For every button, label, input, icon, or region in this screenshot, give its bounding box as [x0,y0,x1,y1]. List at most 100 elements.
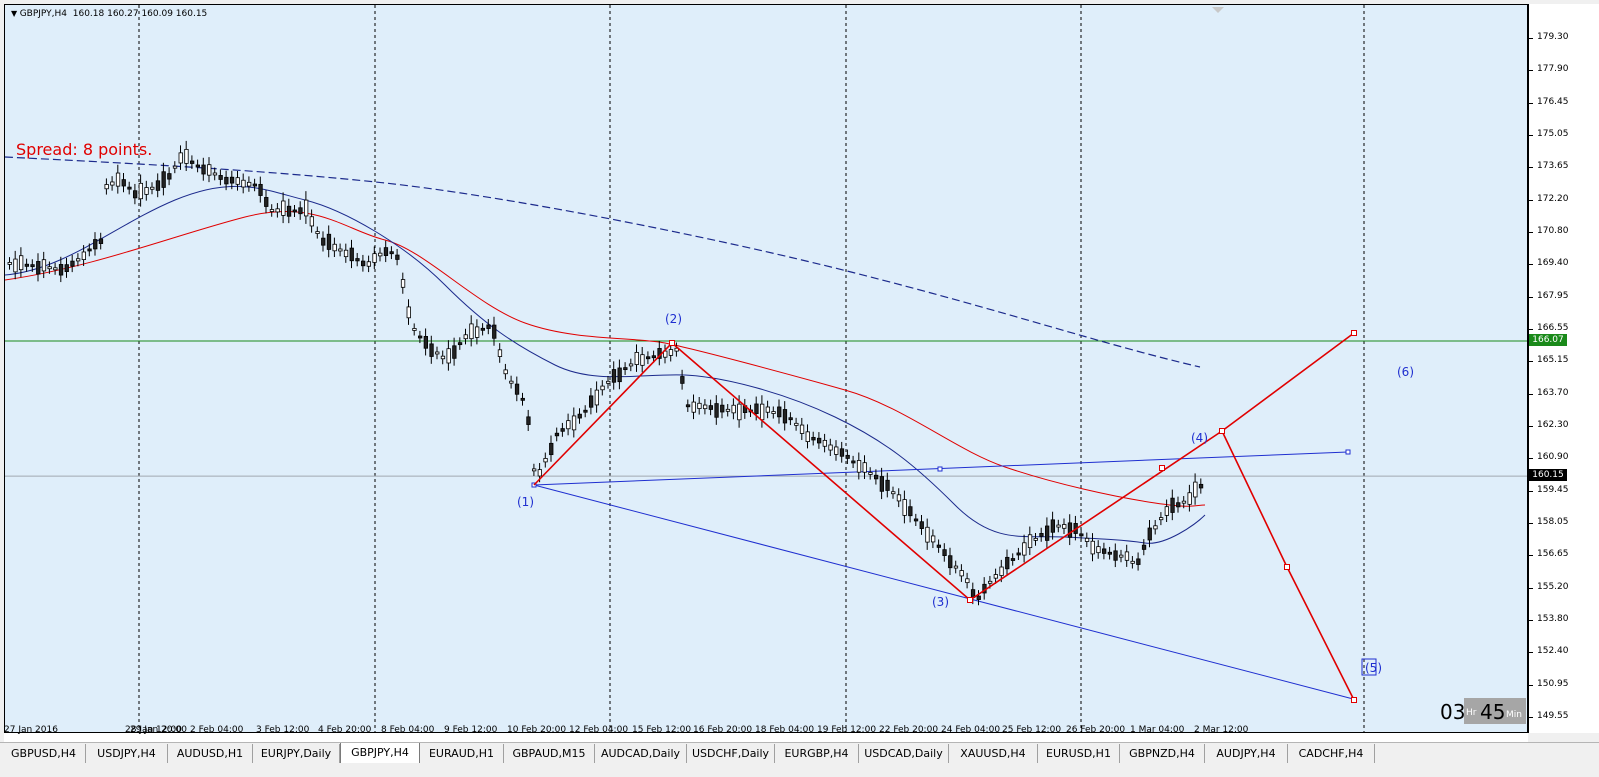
scroll-marker-icon [1212,7,1224,13]
tab-usdjpy-h4[interactable]: USDJPY,H4 [86,744,168,763]
price-tick-label: 165.15 [1528,354,1569,365]
candle-body [201,164,206,175]
time-tick-label: 26 Feb 20:00 [1066,725,1126,735]
timer-minutes: 45 [1480,700,1506,724]
candle-body [731,404,736,414]
candle-body [1067,522,1073,538]
candle-body [87,248,92,252]
candle-body [1193,481,1198,498]
chart-canvas[interactable]: (1) (2) (3) (4) (5) (6) [5,5,1528,733]
tab-audjpy-h4[interactable]: AUDJPY,H4 [1205,744,1288,763]
tab-audcad-daily[interactable]: AUDCAD,Daily [595,744,687,763]
price-tick-label: 169.40 [1528,257,1569,268]
time-tick-label: 19 Feb 12:00 [817,725,877,735]
chart-plot-area[interactable]: (1) (2) (3) (4) (5) (6) ▼ GBPJPY,H4 160.18 16… [4,4,1528,733]
candle-body [640,354,645,366]
candle-body [172,165,178,169]
timer-unit-hours: Hr [1466,708,1477,718]
price-tick-label: 160.90 [1528,451,1569,462]
candle-body [429,343,434,357]
candle-body [1141,544,1147,550]
tab-usdchf-daily[interactable]: USDCHF,Daily [687,744,775,763]
candle-body [104,184,109,190]
long-moving-average-line [5,156,1201,368]
time-tick-label: 9 Feb 12:00 [444,725,498,735]
candle-body [868,472,873,475]
chart-window[interactable]: (1) (2) (3) (4) (5) (6) ▼ GBPJPY,H4 160.18 16… [0,0,1599,758]
spread-label: Spread: 8 points. [16,140,153,159]
candle-body [737,403,742,421]
tab-gbpusd-h4[interactable]: GBPUSD,H4 [2,744,86,763]
tab-eurjpy-daily[interactable]: EURJPY,Daily [253,744,340,763]
candle-body [697,402,702,409]
candle-body [606,380,611,384]
tab-cadchf-h4[interactable]: CADCHF,H4 [1288,744,1375,763]
candle-body [891,491,896,495]
candle-body [1096,546,1101,554]
candle-body [537,469,542,477]
wave-anchor-point [1351,697,1357,703]
candle-body [617,367,622,383]
candle-body [349,247,354,262]
candle-body [1170,497,1175,513]
candle-body [269,209,275,212]
candle-body [161,171,166,188]
candle-body [332,243,337,252]
candle-body [811,436,816,441]
time-tick-label: 2 Feb 04:00 [190,725,244,735]
tab-audusd-h1[interactable]: AUDUSD,H1 [168,744,253,763]
candle-body [178,152,183,164]
candle-body [110,181,115,186]
candle-body [372,253,377,263]
candle-body [1016,552,1021,556]
dropdown-arrow-icon[interactable]: ▼ [11,9,20,18]
candle-body [1079,533,1084,537]
candle-body [885,479,890,491]
time-tick-label: 3 Feb 12:00 [256,725,310,735]
candle-body [423,336,429,349]
wave-anchor-point [1351,330,1357,336]
candle-body [708,405,713,410]
tab-gbpaud-m15[interactable]: GBPAUD,M15 [504,744,595,763]
tab-gbpjpy-h4[interactable]: GBPJPY,H4 [340,743,420,764]
candle-body [264,197,269,207]
tab-xauusd-h4[interactable]: XAUUSD,H4 [949,744,1038,763]
candle-body [566,420,571,430]
tab-eurusd-h1[interactable]: EURUSD,H1 [1038,744,1120,763]
price-axis[interactable]: 179.30 177.90 176.45 175.05 173.65 172.20 170.… [1528,4,1599,733]
candle-body [241,179,246,188]
candle-body [799,424,805,434]
candle-body [64,264,69,273]
candle-body [378,252,383,257]
candle-body [834,446,839,455]
price-tick-label: 176.45 [1528,97,1569,108]
horizontal-line-price-tag: 166.07 [1529,333,1567,346]
candle-body [30,264,35,268]
candle-body [53,267,58,271]
candle-body [1198,483,1204,489]
candle-body [879,476,884,492]
candle-body [714,403,719,418]
candle-body [7,262,12,265]
candle-body [668,349,674,356]
tab-gbpnzd-h4[interactable]: GBPNZD,H4 [1120,744,1205,763]
tab-euraud-h1[interactable]: EURAUD,H1 [420,744,504,763]
candle-body [965,578,970,584]
wave-anchor-point [967,597,973,603]
price-tick-label: 156.65 [1528,548,1569,559]
tab-usdcad-daily[interactable]: USDCAD,Daily [859,744,949,763]
price-tick-label: 175.05 [1528,129,1569,139]
price-tick-label: 153.80 [1528,614,1569,624]
candle-body [571,415,577,431]
candle-body [47,266,52,270]
candle-body [1033,537,1038,541]
candle-body [976,595,981,600]
time-tick-label: 16 Feb 20:00 [693,725,753,735]
candle-body [794,422,799,426]
candle-body [246,181,252,187]
candle-body [828,444,833,451]
candle-body [184,148,189,164]
candle-body [258,183,263,196]
tab-eurgbp-h4[interactable]: EURGBP,H4 [775,744,859,763]
price-tick-label: 162.30 [1528,420,1569,430]
